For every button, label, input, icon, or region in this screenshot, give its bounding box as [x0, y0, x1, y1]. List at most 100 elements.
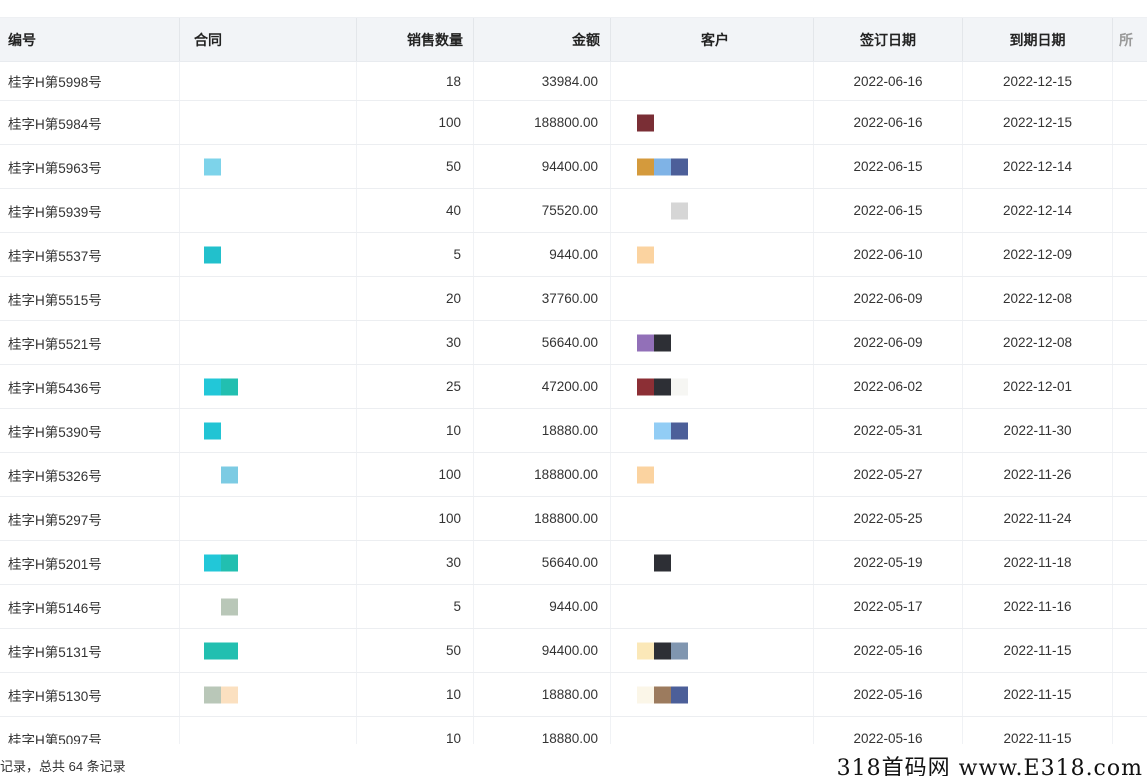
cell-contract[interactable]	[180, 453, 357, 496]
cell-id[interactable]: 桂字H第5436号	[0, 365, 180, 408]
cell-contract[interactable]	[180, 145, 357, 188]
cell-customer[interactable]	[611, 717, 814, 744]
table-row[interactable]: 桂字H第5326号 100 188800.00 2022-05-27 2022-11-2…	[0, 453, 1147, 497]
cell-contract[interactable]	[180, 62, 357, 100]
table-row[interactable]: 桂字H第5201号 30 56640.00 2022-05-19 2022-11-18	[0, 541, 1147, 585]
cell-contract[interactable]	[180, 101, 357, 144]
cell-id[interactable]: 桂字H第5984号	[0, 101, 180, 144]
cell-amount: 56640.00	[474, 321, 611, 364]
redacted-block	[204, 466, 221, 483]
column-header-customer[interactable]: 客户	[611, 18, 814, 61]
column-header-quantity[interactable]: 销售数量	[357, 18, 474, 61]
redacted-block	[671, 202, 688, 219]
cell-contract[interactable]	[180, 321, 357, 364]
redacted-block	[637, 422, 654, 439]
cell-id[interactable]: 桂字H第5131号	[0, 629, 180, 672]
column-header-id[interactable]: 编号	[0, 18, 180, 61]
cell-extra	[1113, 365, 1147, 408]
cell-customer[interactable]	[611, 409, 814, 452]
table-row[interactable]: 桂字H第5939号 40 75520.00 2022-06-15 2022-12-14	[0, 189, 1147, 233]
cell-sign-date: 2022-06-16	[814, 62, 963, 100]
cell-id[interactable]: 桂字H第5963号	[0, 145, 180, 188]
redacted-block	[671, 642, 688, 659]
cell-contract[interactable]	[180, 629, 357, 672]
cell-amount: 18880.00	[474, 409, 611, 452]
cell-extra	[1113, 453, 1147, 496]
column-header-contract[interactable]: 合同	[180, 18, 357, 61]
cell-customer[interactable]	[611, 673, 814, 716]
redacted-block	[221, 598, 238, 615]
cell-id[interactable]: 桂字H第5097号	[0, 717, 180, 744]
cell-customer[interactable]	[611, 277, 814, 320]
cell-extra	[1113, 585, 1147, 628]
cell-contract[interactable]	[180, 673, 357, 716]
cell-customer[interactable]	[611, 629, 814, 672]
cell-id[interactable]: 桂字H第5297号	[0, 497, 180, 540]
cell-id[interactable]: 桂字H第5998号	[0, 62, 180, 100]
redacted-block	[637, 378, 654, 395]
cell-customer[interactable]	[611, 233, 814, 276]
cell-contract[interactable]	[180, 189, 357, 232]
table-row[interactable]: 桂字H第5297号 100 188800.00 2022-05-25 2022-11-2…	[0, 497, 1147, 541]
redacted-block	[637, 334, 654, 351]
table-row[interactable]: 桂字H第5130号 10 18880.00 2022-05-16 2022-11-15	[0, 673, 1147, 717]
cell-customer[interactable]	[611, 189, 814, 232]
cell-quantity: 50	[357, 629, 474, 672]
cell-customer[interactable]	[611, 62, 814, 100]
contract-redacted	[204, 378, 238, 395]
table-row[interactable]: 桂字H第5097号 10 18880.00 2022-05-16 2022-11-15	[0, 717, 1147, 744]
cell-id[interactable]: 桂字H第5130号	[0, 673, 180, 716]
column-header-sign-date[interactable]: 签订日期	[814, 18, 963, 61]
cell-id[interactable]: 桂字H第5515号	[0, 277, 180, 320]
table-row[interactable]: 桂字H第5146号 5 9440.00 2022-05-17 2022-11-16	[0, 585, 1147, 629]
cell-extra	[1113, 497, 1147, 540]
redacted-block	[204, 598, 221, 615]
column-header-amount[interactable]: 金额	[474, 18, 611, 61]
redacted-block	[221, 466, 238, 483]
cell-customer[interactable]	[611, 321, 814, 364]
cell-contract[interactable]	[180, 233, 357, 276]
cell-id[interactable]: 桂字H第5537号	[0, 233, 180, 276]
customer-redacted	[637, 554, 671, 571]
table-row[interactable]: 桂字H第5515号 20 37760.00 2022-06-09 2022-12-08	[0, 277, 1147, 321]
cell-contract[interactable]	[180, 585, 357, 628]
contract-redacted	[204, 598, 238, 615]
cell-contract[interactable]	[180, 277, 357, 320]
column-header-extra[interactable]: 所	[1113, 18, 1147, 61]
table-row[interactable]: 桂字H第5390号 10 18880.00 2022-05-31 2022-11-30	[0, 409, 1147, 453]
cell-customer[interactable]	[611, 145, 814, 188]
cell-contract[interactable]	[180, 717, 357, 744]
cell-customer[interactable]	[611, 541, 814, 584]
cell-contract[interactable]	[180, 365, 357, 408]
cell-id[interactable]: 桂字H第5326号	[0, 453, 180, 496]
cell-sign-date: 2022-05-17	[814, 585, 963, 628]
cell-sign-date: 2022-05-19	[814, 541, 963, 584]
cell-id[interactable]: 桂字H第5390号	[0, 409, 180, 452]
cell-contract[interactable]	[180, 497, 357, 540]
cell-customer[interactable]	[611, 365, 814, 408]
cell-id[interactable]: 桂字H第5146号	[0, 585, 180, 628]
table-row[interactable]: 桂字H第5521号 30 56640.00 2022-06-09 2022-12-08	[0, 321, 1147, 365]
table-row[interactable]: 桂字H第5537号 5 9440.00 2022-06-10 2022-12-09	[0, 233, 1147, 277]
redacted-block	[654, 686, 671, 703]
table-row[interactable]: 桂字H第5131号 50 94400.00 2022-05-16 2022-11-15	[0, 629, 1147, 673]
cell-id[interactable]: 桂字H第5521号	[0, 321, 180, 364]
redacted-block	[637, 642, 654, 659]
cell-customer[interactable]	[611, 101, 814, 144]
cell-extra	[1113, 101, 1147, 144]
table-row[interactable]: 桂字H第5963号 50 94400.00 2022-06-15 2022-12-14	[0, 145, 1147, 189]
cell-customer[interactable]	[611, 585, 814, 628]
cell-id[interactable]: 桂字H第5201号	[0, 541, 180, 584]
cell-customer[interactable]	[611, 497, 814, 540]
table-row[interactable]: 桂字H第5436号 25 47200.00 2022-06-02 2022-12-01	[0, 365, 1147, 409]
cell-id[interactable]: 桂字H第5939号	[0, 189, 180, 232]
table-row[interactable]: 桂字H第5998号 18 33984.00 2022-06-16 2022-12-15	[0, 62, 1147, 101]
redacted-block	[221, 642, 238, 659]
column-header-due-date[interactable]: 到期日期	[963, 18, 1113, 61]
cell-contract[interactable]	[180, 409, 357, 452]
cell-contract[interactable]	[180, 541, 357, 584]
cell-extra	[1113, 233, 1147, 276]
cell-customer[interactable]	[611, 453, 814, 496]
table-row[interactable]: 桂字H第5984号 100 188800.00 2022-06-16 2022-12-1…	[0, 101, 1147, 145]
cell-sign-date: 2022-05-16	[814, 629, 963, 672]
